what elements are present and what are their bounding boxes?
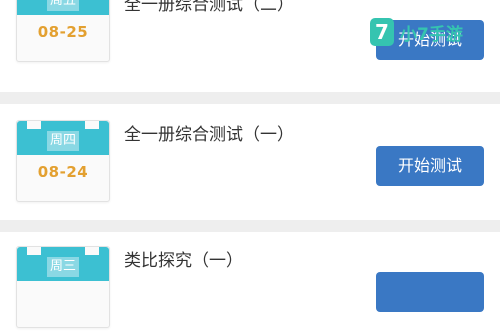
date-label: 08-25 <box>37 23 89 41</box>
weekday-label: 周五 <box>47 0 79 11</box>
date-label: 08-24 <box>37 163 89 181</box>
watermark-logo: 7 小7手游 <box>366 16 490 56</box>
calendar-header: 周五 <box>17 0 109 15</box>
calendar-badge: 周五 08-25 <box>16 0 110 62</box>
list-item: 周四 08-24 全一册综合测试（一） 开始测试 <box>0 104 500 208</box>
start-test-button[interactable]: 开始测试 <box>376 146 484 186</box>
calendar-badge: 周三 <box>16 246 110 328</box>
start-test-button[interactable] <box>376 272 484 312</box>
list-item: 周三 类比探究（一） <box>0 232 500 336</box>
list-divider <box>0 220 500 232</box>
calendar-badge: 周四 08-24 <box>16 120 110 202</box>
test-title[interactable]: 全一册综合测试（一） <box>124 120 294 145</box>
test-title[interactable]: 全一册综合测试（二） <box>124 0 294 15</box>
weekday-label: 周三 <box>47 257 79 277</box>
list-divider <box>0 92 500 104</box>
weekday-label: 周四 <box>47 131 79 151</box>
test-title[interactable]: 类比探究（一） <box>124 246 243 271</box>
watermark-badge-icon: 7 <box>370 18 394 46</box>
calendar-header: 周四 <box>17 121 109 155</box>
watermark-text: 小7手游 <box>400 25 463 45</box>
calendar-header: 周三 <box>17 247 109 281</box>
